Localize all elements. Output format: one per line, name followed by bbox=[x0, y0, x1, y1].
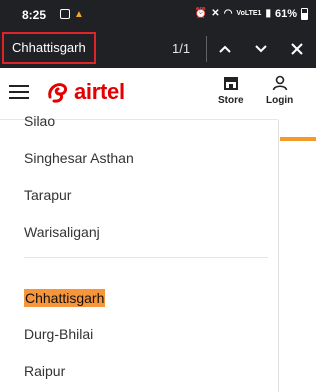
status-bar: 8:25 ▲ ⏰ ✕ ◠ VoLTE1 ▮ 61% bbox=[0, 0, 316, 30]
airtel-logo[interactable]: airtel bbox=[46, 79, 125, 105]
chevron-down-icon bbox=[255, 45, 267, 53]
mute-icon: ✕ bbox=[211, 8, 220, 19]
find-match-count: 1/1 bbox=[172, 41, 191, 56]
side-panel-accent bbox=[280, 137, 316, 141]
volte-icon: VoLTE1 bbox=[236, 10, 262, 17]
find-in-page-bar: Chhattisgarh 1/1 bbox=[0, 30, 316, 68]
list-item[interactable]: Tarapur bbox=[24, 187, 71, 203]
chevron-up-icon bbox=[219, 45, 231, 53]
signal-icon: ▮ bbox=[265, 8, 271, 19]
alarm-icon: ⏰ bbox=[194, 8, 208, 19]
menu-icon[interactable] bbox=[9, 85, 29, 99]
user-icon bbox=[272, 75, 287, 91]
find-next-button[interactable] bbox=[248, 36, 274, 62]
login-link[interactable]: Login bbox=[266, 74, 293, 106]
list-item[interactable]: Durg-Bhilai bbox=[24, 326, 93, 342]
side-panel-edge bbox=[278, 120, 279, 392]
close-icon bbox=[291, 43, 303, 55]
airtel-swirl-icon bbox=[48, 83, 68, 103]
brand-name: airtel bbox=[74, 79, 125, 104]
wifi-icon: ◠ bbox=[223, 8, 233, 19]
list-item[interactable]: Silao bbox=[24, 113, 55, 129]
notification-icons: ▲ bbox=[60, 9, 84, 21]
list-item[interactable]: Raipur bbox=[24, 363, 65, 379]
list-divider bbox=[24, 257, 268, 258]
status-time: 8:25 bbox=[22, 8, 47, 22]
list-item[interactable]: Warisaliganj bbox=[24, 224, 100, 240]
list-item[interactable]: Singhesar Asthan bbox=[24, 150, 134, 166]
battery-icon bbox=[301, 8, 308, 20]
system-icons: ⏰ ✕ ◠ VoLTE1 ▮ 61% bbox=[195, 8, 308, 20]
store-icon bbox=[223, 77, 238, 90]
app-notification-icon: ▲ bbox=[74, 9, 84, 20]
find-close-button[interactable] bbox=[284, 36, 310, 62]
store-label: Store bbox=[218, 95, 244, 106]
find-previous-button[interactable] bbox=[212, 36, 238, 62]
state-heading-highlighted[interactable]: Chhattisgarh bbox=[24, 289, 106, 307]
find-bar-divider bbox=[206, 36, 207, 62]
battery-percent: 61% bbox=[274, 8, 297, 20]
login-label: Login bbox=[266, 95, 294, 106]
gallery-notification-icon bbox=[60, 9, 70, 19]
find-in-page-input[interactable]: Chhattisgarh bbox=[2, 32, 96, 64]
store-link[interactable]: Store bbox=[218, 74, 244, 106]
